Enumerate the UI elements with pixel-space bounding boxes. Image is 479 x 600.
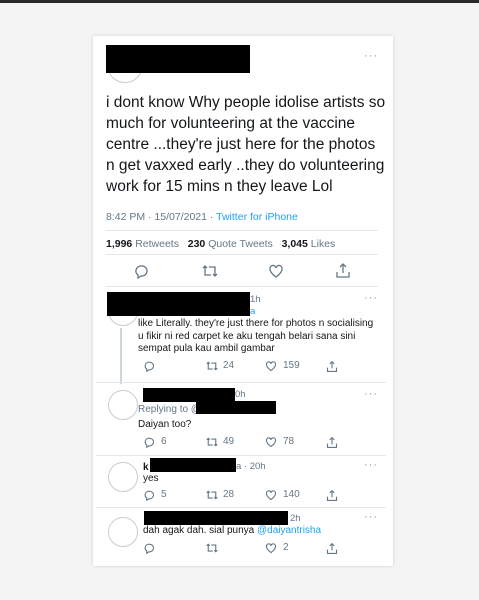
quotes-stat[interactable]: 230 Quote Tweets (188, 238, 273, 250)
replying-to: Replying to @ (138, 404, 201, 415)
reply-time: 0h (235, 389, 246, 400)
redacted-username (143, 388, 235, 402)
avatar[interactable] (108, 462, 138, 492)
heart-icon[interactable] (268, 263, 284, 282)
share-icon[interactable] (326, 436, 338, 452)
tweet-client[interactable]: Twitter for iPhone (216, 211, 298, 223)
mention-link[interactable]: @daiyantrisha (257, 525, 321, 536)
like-count: 78 (283, 436, 295, 447)
divider (96, 382, 386, 383)
tweet-timestamp[interactable]: 8:42 PM · 15/07/2021 · (106, 211, 216, 223)
heart-icon[interactable] (265, 436, 277, 451)
redacted-username (107, 292, 250, 316)
retweets-stat[interactable]: 1,996 Retweets (106, 238, 179, 250)
retweet-icon[interactable] (205, 542, 219, 557)
reply-text: yes (143, 473, 159, 484)
thread-line (120, 328, 122, 384)
like-count: 140 (283, 489, 300, 500)
reply-count: 5 (161, 489, 167, 500)
retweet-icon[interactable] (205, 436, 219, 451)
reply-count: 6 (161, 436, 167, 447)
more-options-icon[interactable]: ··· (364, 459, 378, 471)
reply-icon[interactable] (143, 542, 155, 557)
more-options-icon[interactable]: ··· (364, 511, 378, 523)
divider (96, 507, 386, 508)
share-icon[interactable] (326, 360, 338, 376)
divider (106, 254, 378, 255)
reply-icon[interactable] (143, 436, 155, 451)
retweet-count: 28 (223, 489, 235, 500)
heart-icon[interactable] (265, 489, 277, 504)
share-icon[interactable] (326, 489, 338, 505)
redacted-handle (196, 401, 276, 414)
heart-icon[interactable] (265, 542, 277, 557)
redacted-username (106, 45, 250, 73)
reply-text: Daiyan too? (138, 419, 192, 430)
divider (96, 455, 386, 456)
tweet-meta: 8:42 PM · 15/07/2021 · Twitter for iPhon… (106, 211, 298, 223)
like-count: 2 (283, 542, 289, 553)
reply-text: dah agak dah. sial punya @daiyantrisha (143, 525, 322, 536)
retweet-count: 49 (223, 436, 235, 447)
retweet-count: 24 (223, 360, 235, 371)
top-border (0, 0, 479, 3)
heart-icon[interactable] (265, 360, 277, 375)
avatar[interactable] (108, 517, 138, 547)
share-icon[interactable] (335, 262, 351, 282)
more-options-icon[interactable]: ··· (364, 50, 378, 62)
divider (106, 230, 378, 231)
more-options-icon[interactable]: ··· (364, 292, 378, 304)
tweet-stats: 1,996 Retweets 230 Quote Tweets 3,045 Li… (106, 238, 335, 250)
likes-stat[interactable]: 3,045 Likes (282, 238, 336, 250)
reply-time: 1h (250, 294, 261, 305)
share-icon[interactable] (326, 542, 338, 558)
redacted-username (150, 458, 236, 472)
reply-time: 2h (290, 513, 301, 524)
divider (106, 286, 378, 287)
retweet-icon[interactable] (205, 360, 219, 375)
tweet-text: i dont know Why people idolise artists s… (106, 94, 386, 195)
retweet-icon[interactable] (201, 263, 219, 282)
reply-icon[interactable] (143, 360, 155, 375)
retweet-icon[interactable] (205, 489, 219, 504)
reply-text: like Literally. they're just there for p… (138, 318, 374, 354)
redacted-username (144, 511, 288, 525)
like-count: 159 (283, 360, 300, 371)
reply-icon[interactable] (133, 263, 149, 282)
reply-handle: a (250, 306, 256, 317)
more-options-icon[interactable]: ··· (364, 388, 378, 400)
reply-icon[interactable] (143, 489, 155, 504)
reply-time: a · 20h (236, 461, 266, 472)
avatar[interactable] (108, 390, 138, 420)
